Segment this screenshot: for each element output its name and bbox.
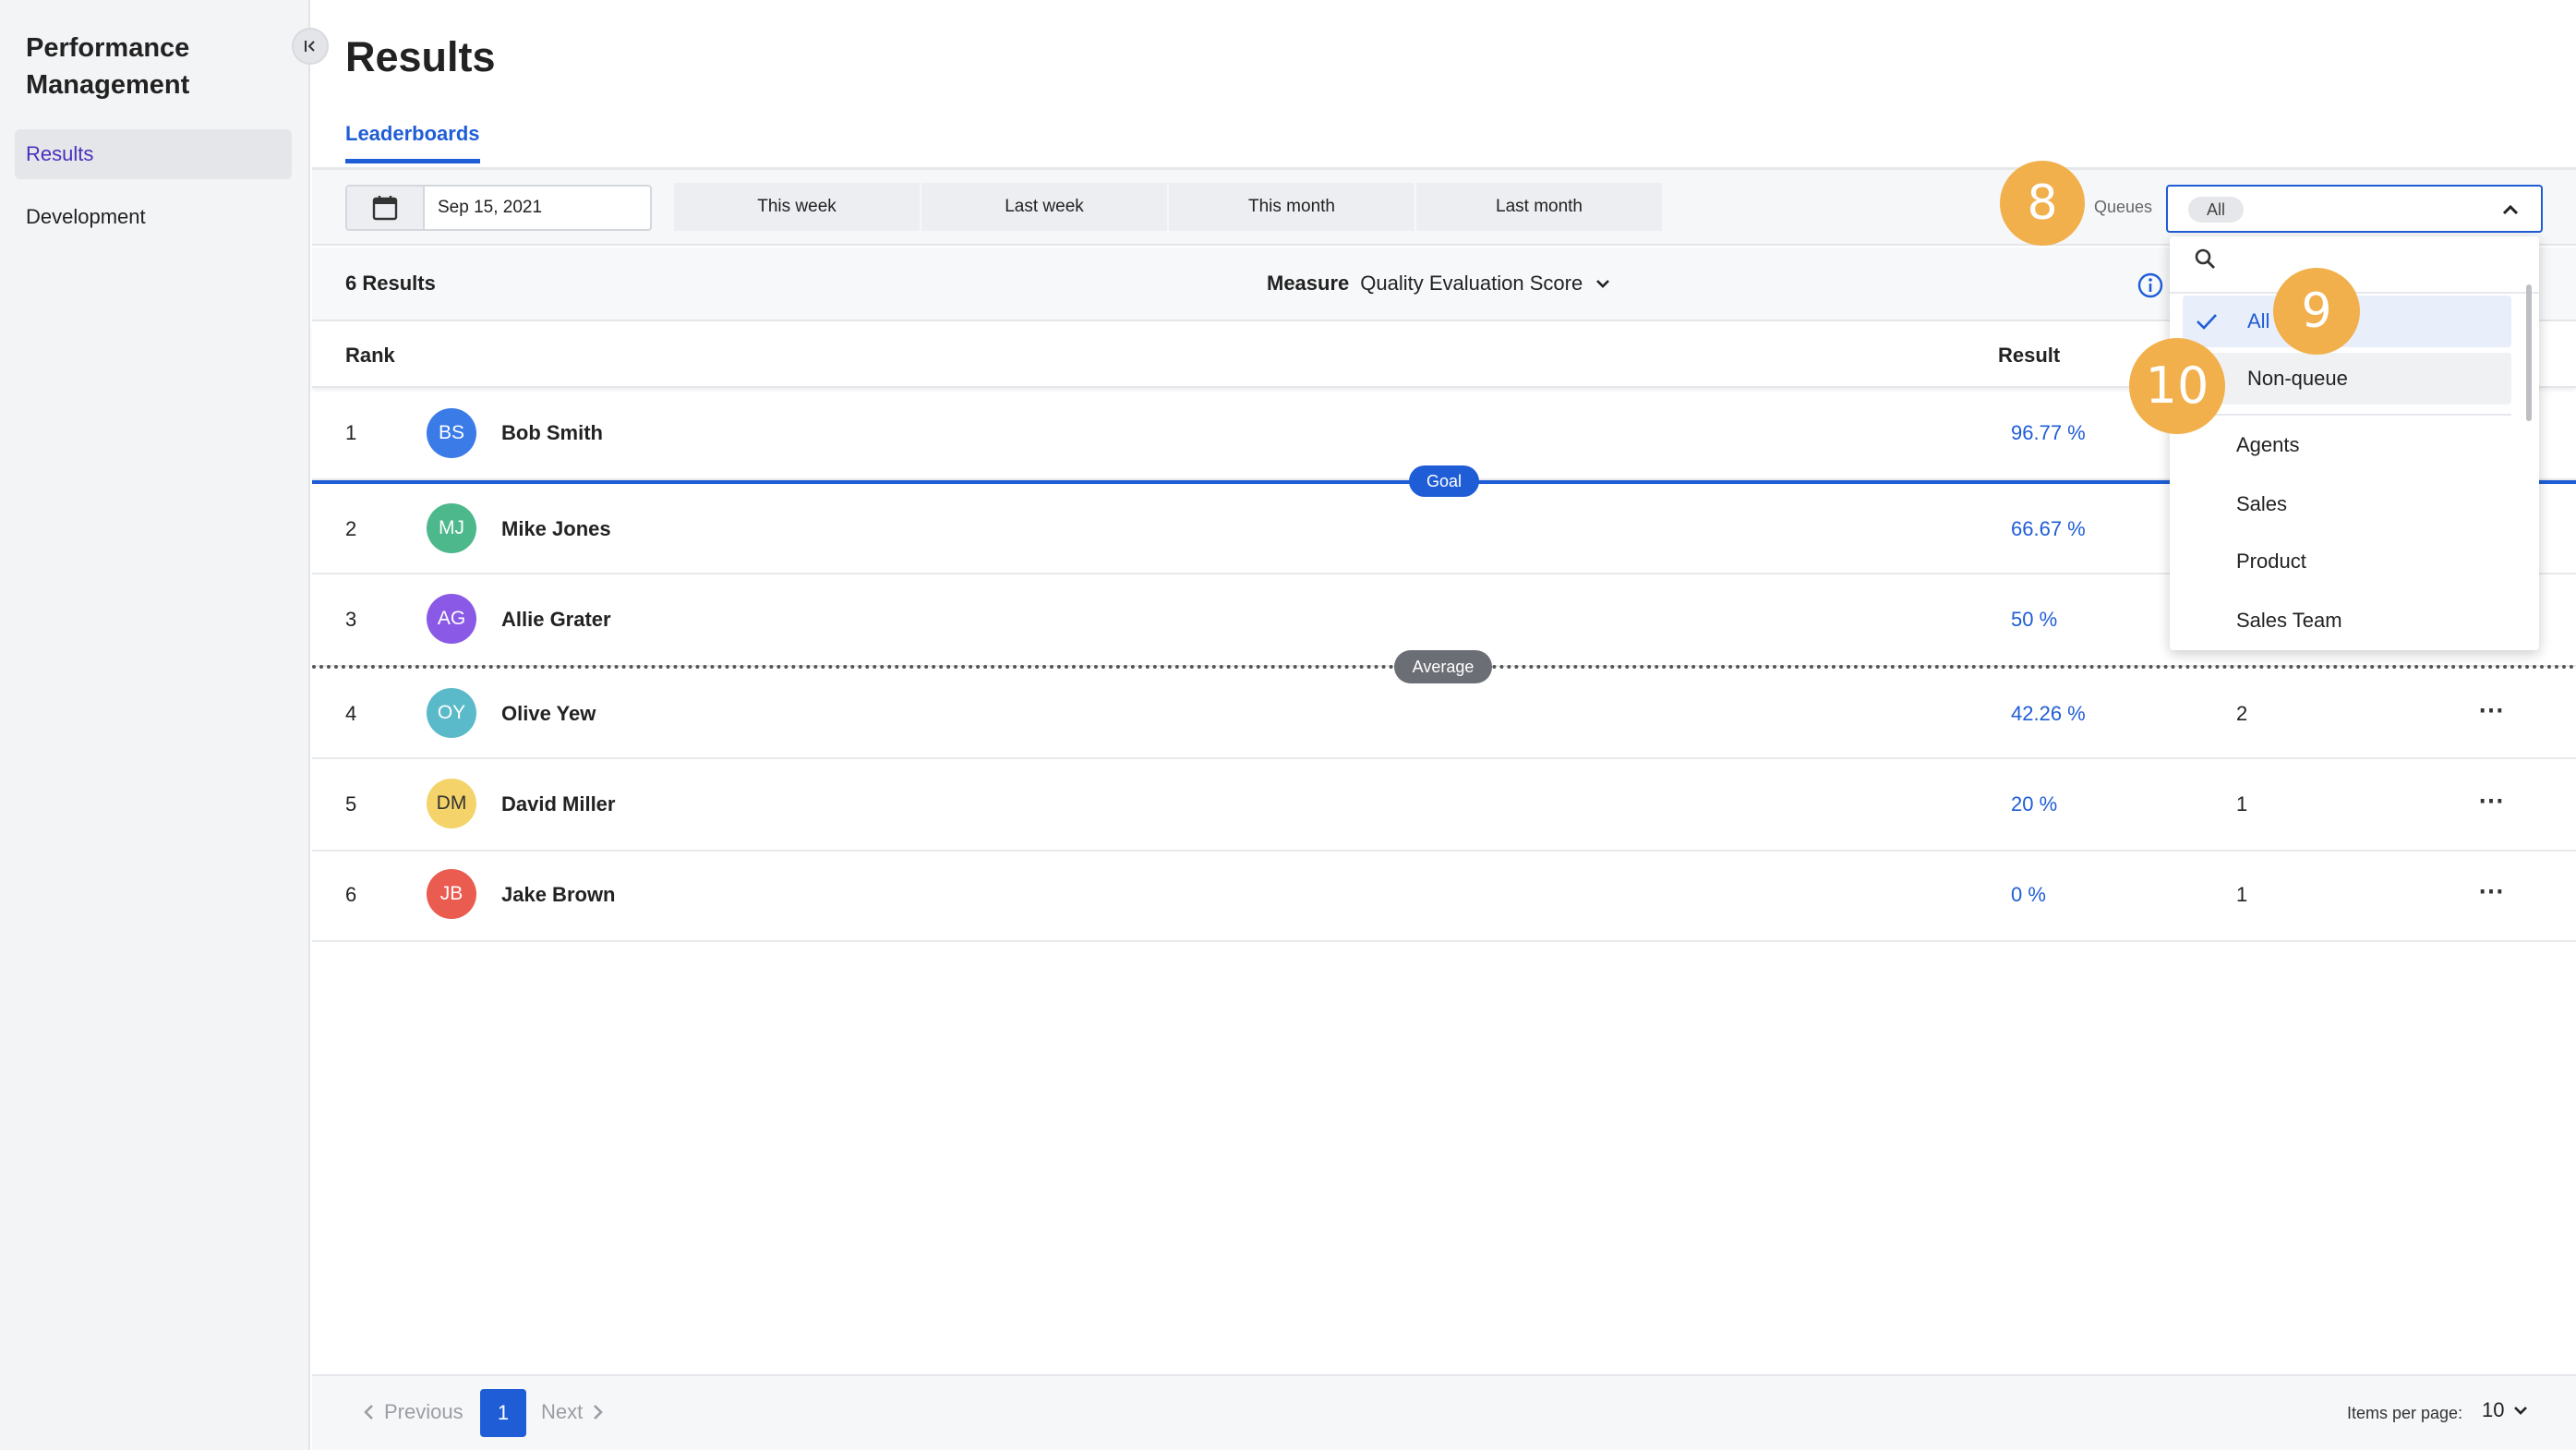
measure-selector[interactable]: Measure Quality Evaluation Score <box>1267 272 1612 296</box>
results-count: 6 Results <box>345 272 436 295</box>
result-value[interactable]: 50 % <box>2011 608 2057 632</box>
rank-cell: 4 <box>345 702 357 725</box>
info-icon[interactable] <box>2137 272 2164 299</box>
date-picker[interactable]: Sep 15, 2021 <box>345 185 652 231</box>
last-month-button[interactable]: Last month <box>1416 183 1662 231</box>
more-actions-button[interactable]: ⋯ <box>2478 785 2505 816</box>
date-value[interactable]: Sep 15, 2021 <box>425 187 542 229</box>
result-value[interactable]: 0 % <box>2011 883 2046 907</box>
rank-cell: 3 <box>345 608 357 631</box>
chevron-right-icon <box>594 1405 604 1420</box>
app-title: Performance Management <box>26 33 190 100</box>
next-label: Next <box>541 1400 584 1423</box>
measure-value[interactable]: Quality Evaluation Score <box>1360 272 1583 296</box>
measure-label: Measure <box>1267 272 1350 295</box>
previous-label: Previous <box>384 1400 463 1423</box>
avatar: BS <box>427 408 476 458</box>
chevron-up-icon <box>2502 204 2519 215</box>
agent-name[interactable]: Jake Brown <box>501 883 616 907</box>
queue-chip-all: All <box>2188 197 2245 223</box>
average-label: Average <box>1394 650 1492 683</box>
evaluation-count: 1 <box>2236 883 2248 906</box>
dropdown-option-non-queue[interactable]: Non-queue <box>2183 353 2511 405</box>
agent-name[interactable]: Allie Grater <box>501 608 611 632</box>
queues-label: Queues <box>2094 198 2153 216</box>
agent-name[interactable]: Olive Yew <box>501 702 596 726</box>
last-week-button[interactable]: Last week <box>921 183 1167 231</box>
dropdown-option-sales[interactable]: Sales <box>2183 478 2511 530</box>
result-value[interactable]: 20 % <box>2011 792 2057 816</box>
more-actions-button[interactable]: ⋯ <box>2478 695 2505 725</box>
dropdown-option-agents[interactable]: Agents <box>2183 419 2511 471</box>
this-week-button[interactable]: This week <box>674 183 920 231</box>
result-value[interactable]: 66.67 % <box>2011 517 2086 541</box>
this-month-button[interactable]: This month <box>1169 183 1414 231</box>
avatar: AG <box>427 594 476 644</box>
evaluation-count: 1 <box>2236 792 2248 816</box>
rank-cell: 6 <box>345 883 357 906</box>
previous-page-button[interactable]: Previous <box>362 1400 463 1424</box>
sidebar-item-development[interactable]: Development <box>15 192 292 242</box>
dropdown-option-product[interactable]: Product <box>2183 536 2511 587</box>
dropdown-scrollbar[interactable] <box>2526 284 2532 421</box>
tab-leaderboards[interactable]: Leaderboards <box>345 122 480 163</box>
result-column-header[interactable]: Result <box>1998 344 2060 368</box>
queues-select[interactable]: All <box>2166 185 2543 233</box>
chevron-down-icon <box>1596 280 1610 288</box>
avatar: MJ <box>427 503 476 553</box>
dropdown-option-label: All <box>2247 309 2270 332</box>
rank-column-header: Rank <box>345 344 395 367</box>
next-page-button[interactable]: Next <box>541 1400 605 1424</box>
collapse-sidebar-button[interactable] <box>292 28 329 65</box>
goal-label: Goal <box>1409 465 1479 497</box>
more-actions-button[interactable]: ⋯ <box>2478 876 2505 906</box>
dropdown-separator <box>2183 414 2511 416</box>
pagination-footer <box>312 1374 2576 1450</box>
result-value[interactable]: 42.26 % <box>2011 702 2086 726</box>
agent-name[interactable]: Mike Jones <box>501 517 611 541</box>
chevron-down-icon <box>2514 1407 2528 1415</box>
items-per-page-select[interactable]: 10 <box>2482 1398 2530 1422</box>
avatar: JB <box>427 869 476 919</box>
collapse-left-icon <box>305 41 315 52</box>
step-badge: 10 <box>2129 338 2225 434</box>
chevron-left-icon <box>364 1405 373 1420</box>
avatar: DM <box>427 779 476 828</box>
evaluation-count: 2 <box>2236 702 2248 725</box>
items-per-page-label: Items per page: <box>2347 1404 2463 1422</box>
calendar-icon <box>372 196 398 221</box>
rank-cell: 1 <box>345 421 357 444</box>
search-icon[interactable] <box>2192 246 2220 273</box>
agent-name[interactable]: David Miller <box>501 792 615 816</box>
agent-name[interactable]: Bob Smith <box>501 421 603 445</box>
rank-cell: 2 <box>345 517 357 540</box>
current-page-button[interactable]: 1 <box>480 1389 526 1437</box>
sidebar: Performance Management Results Developme… <box>0 0 310 1450</box>
check-icon <box>2197 314 2217 330</box>
page-title: Results <box>345 33 496 80</box>
items-per-page-value: 10 <box>2482 1398 2505 1421</box>
dropdown-option-sales-team[interactable]: Sales Team <box>2183 595 2511 646</box>
step-badge: 8 <box>2000 161 2085 246</box>
date-picker-button[interactable] <box>347 187 425 229</box>
date-range-group: This week Last week This month Last mont… <box>674 183 1662 231</box>
rank-cell: 5 <box>345 792 357 816</box>
step-badge: 9 <box>2273 268 2360 355</box>
sidebar-item-results[interactable]: Results <box>15 129 292 179</box>
avatar: OY <box>427 688 476 738</box>
result-value[interactable]: 96.77 % <box>2011 421 2086 445</box>
